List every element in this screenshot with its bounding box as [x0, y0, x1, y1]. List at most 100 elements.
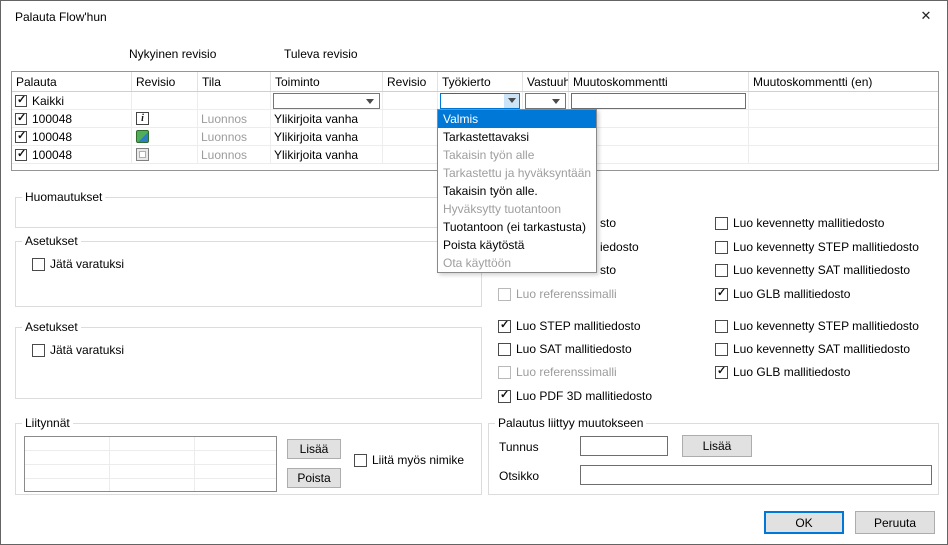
checkbox-box [715, 288, 728, 301]
luo-glb-mallitiedosto-checkbox-1[interactable]: Luo GLB mallitiedosto [715, 287, 850, 301]
row-label: 100048 [32, 130, 72, 144]
tunnus-input[interactable] [580, 436, 668, 456]
close-icon: ✕ [921, 8, 932, 24]
luo-kevennetty-mallitiedosto-checkbox[interactable]: Luo kevennetty mallitiedosto [715, 216, 884, 230]
column-header-tila: Tila [198, 72, 271, 91]
workflow-option-poista-kaytosta[interactable]: Poista käytöstä [438, 236, 596, 254]
luo-kevennetty-step-mallitiedosto-checkbox-2[interactable]: Luo kevennetty STEP mallitiedosto [715, 319, 919, 333]
checkbox-box [715, 320, 728, 333]
ok-button[interactable]: OK [764, 511, 844, 534]
chevron-down-icon [366, 99, 374, 104]
asetukset-group-2: Asetukset Jätä varatuksi [15, 327, 482, 399]
checkbox-box [354, 454, 367, 467]
vastuuhenkilo-combo[interactable] [525, 93, 566, 109]
tila-value: Luonnos [201, 130, 247, 144]
workflow-option-ota-kayttoon[interactable]: Ota käyttöön [438, 254, 596, 272]
peruuta-button[interactable]: Peruuta [855, 511, 935, 534]
checkbox-label: Jätä varatuksi [50, 343, 124, 357]
toiminto-value: Ylikirjoita vanha [274, 148, 358, 162]
table-row-kaikki[interactable]: Kaikki [12, 92, 938, 110]
row-label: Kaikki [32, 94, 64, 108]
titlebar: Palauta Flow'hun ✕ [1, 1, 947, 31]
workflow-option-hyvaksytty-tuotantoon[interactable]: Hyväksytty tuotantoon [438, 200, 596, 218]
row-checkbox[interactable] [15, 131, 27, 143]
luo-referenssimalli-checkbox-2[interactable]: Luo referenssimalli [498, 365, 617, 379]
luo-kevennetty-sat-mallitiedosto-checkbox-1[interactable]: Luo kevennetty SAT mallitiedosto [715, 263, 910, 277]
luo-kevennetty-step-mallitiedosto-checkbox-1[interactable]: Luo kevennetty STEP mallitiedosto [715, 240, 919, 254]
column-header-palauta: Palauta [12, 72, 132, 91]
checkbox-label: Luo kevennetty SAT mallitiedosto [733, 342, 910, 356]
huomautukset-group: Huomautukset [15, 197, 482, 228]
luo-kevennetty-sat-mallitiedosto-checkbox-2[interactable]: Luo kevennetty SAT mallitiedosto [715, 342, 910, 356]
option-label-fragment: sto [600, 263, 616, 277]
checkbox-label: Luo GLB mallitiedosto [733, 287, 850, 301]
otsikko-input[interactable] [580, 465, 932, 485]
checkbox-box [498, 288, 511, 301]
row-label: 100048 [32, 112, 72, 126]
luo-step-mallitiedosto-checkbox[interactable]: Luo STEP mallitiedosto [498, 319, 641, 333]
row-checkbox[interactable] [15, 149, 27, 161]
checkbox-box [32, 344, 45, 357]
liitynnat-lisaa-button[interactable]: Lisää [287, 439, 341, 459]
tyokierto-dropdown-list: Valmis Tarkastettavaksi Takaisin työn al… [437, 109, 597, 273]
workflow-option-tarkastettu-ja-hyvaksyntaan[interactable]: Tarkastettu ja hyväksyntään [438, 164, 596, 182]
luo-referenssimalli-checkbox-1[interactable]: Luo referenssimalli [498, 287, 617, 301]
checkbox-label: Luo kevennetty STEP mallitiedosto [733, 240, 919, 254]
row-checkbox[interactable] [15, 95, 27, 107]
close-button[interactable]: ✕ [915, 7, 937, 25]
checkbox-box [715, 264, 728, 277]
column-header-tyokierto: Työkierto [438, 72, 523, 91]
checkbox-label: Luo referenssimalli [516, 365, 617, 379]
checkbox-label: Liitä myös nimike [372, 453, 464, 467]
huomautukset-label: Huomautukset [22, 190, 105, 204]
checkbox-box [715, 217, 728, 230]
asetukset-label: Asetukset [22, 234, 81, 248]
liitynnat-list[interactable] [24, 436, 277, 492]
jata-varatuksi-checkbox-2[interactable]: Jätä varatuksi [32, 343, 124, 357]
workflow-option-tuotantoon-ei-tarkastusta[interactable]: Tuotantoon (ei tarkastusta) [438, 218, 596, 236]
option-label-fragment: sto [600, 216, 616, 230]
checkbox-box [498, 320, 511, 333]
workflow-option-takaisin-tyon-alle[interactable]: Takaisin työn alle [438, 146, 596, 164]
toiminto-value: Ylikirjoita vanha [274, 130, 358, 144]
liitynnat-group: Liitynnät Lisää Poista Liitä myös nimike [15, 423, 482, 495]
checkbox-label: Luo referenssimalli [516, 287, 617, 301]
luo-pdf-3d-mallitiedosto-checkbox[interactable]: Luo PDF 3D mallitiedosto [498, 389, 652, 403]
checkbox-label: Luo GLB mallitiedosto [733, 365, 850, 379]
palautus-liittyy-muutokseen-label: Palautus liittyy muutokseen [495, 416, 646, 430]
checkbox-box [715, 241, 728, 254]
muutoskommentti-input[interactable] [571, 93, 746, 109]
luo-sat-mallitiedosto-checkbox[interactable]: Luo SAT mallitiedosto [498, 342, 632, 356]
jata-varatuksi-checkbox-1[interactable]: Jätä varatuksi [32, 257, 124, 271]
tunnus-label: Tunnus [499, 440, 539, 454]
toiminto-combo[interactable] [273, 93, 380, 109]
checkbox-box [715, 366, 728, 379]
muutos-lisaa-button[interactable]: Lisää [682, 435, 752, 457]
liita-myos-nimike-checkbox[interactable]: Liitä myös nimike [354, 453, 464, 467]
checkbox-box [498, 390, 511, 403]
row-checkbox[interactable] [15, 113, 27, 125]
tyokierto-combo[interactable] [440, 93, 520, 109]
chevron-down-icon [504, 94, 519, 108]
column-header-revisio: Revisio [132, 72, 198, 91]
workflow-option-takaisin-tyon-alle-2[interactable]: Takaisin työn alle. [438, 182, 596, 200]
option-label-fragment: iedosto [600, 240, 639, 254]
workflow-option-valmis[interactable]: Valmis [438, 110, 596, 128]
model-icon [136, 130, 149, 143]
checkbox-label: Luo kevennetty STEP mallitiedosto [733, 319, 919, 333]
liitynnat-poista-button[interactable]: Poista [287, 468, 341, 488]
luo-glb-mallitiedosto-checkbox-2[interactable]: Luo GLB mallitiedosto [715, 365, 850, 379]
checkbox-label: Luo PDF 3D mallitiedosto [516, 389, 652, 403]
checkbox-label: Luo kevennetty mallitiedosto [733, 216, 884, 230]
checkbox-label: Luo SAT mallitiedosto [516, 342, 632, 356]
checkbox-box [498, 366, 511, 379]
info-icon [136, 112, 149, 125]
workflow-option-tarkastettavaksi[interactable]: Tarkastettavaksi [438, 128, 596, 146]
liitynnat-label: Liitynnät [22, 416, 73, 430]
chevron-down-icon [552, 99, 560, 104]
drawing-icon [136, 148, 149, 161]
checkbox-label: Luo STEP mallitiedosto [516, 319, 641, 333]
column-header-muutoskommentti: Muutoskommentti [569, 72, 749, 91]
checkbox-label: Luo kevennetty SAT mallitiedosto [733, 263, 910, 277]
tila-value: Luonnos [201, 112, 247, 126]
